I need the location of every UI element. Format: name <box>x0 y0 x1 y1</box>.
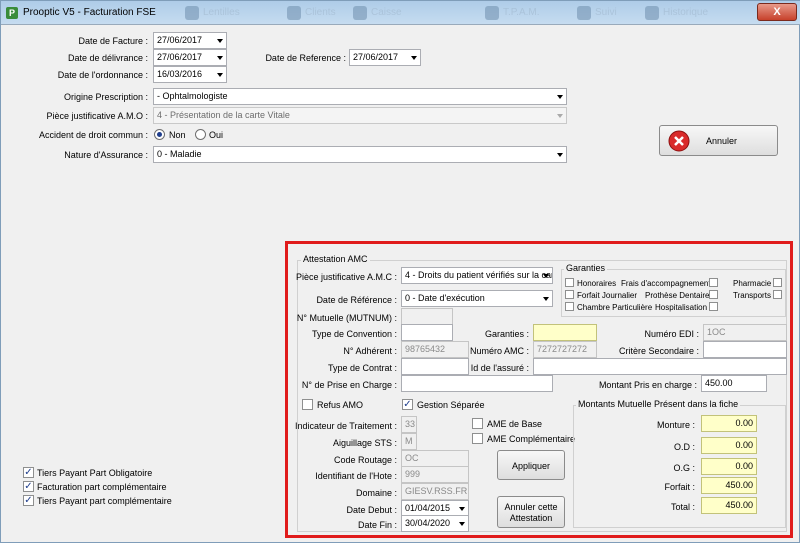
accident-oui-label: Oui <box>209 130 224 140</box>
highlight-box <box>285 241 793 538</box>
origine-prescription-value: - Ophtalmologiste <box>157 91 228 101</box>
origine-prescription-label: Origine Prescription : <box>63 92 148 102</box>
accident-non-label: Non <box>169 130 186 140</box>
chevron-down-icon <box>557 95 563 99</box>
chevron-down-icon <box>557 114 563 118</box>
tiers-obligatoire-checkbox[interactable] <box>23 467 34 478</box>
title-bar: P Prooptic V5 - Facturation FSE Lentille… <box>1 1 800 25</box>
chevron-down-icon <box>217 73 223 77</box>
tiers-obligatoire-label: Tiers Payant Part Obligatoire <box>37 468 153 478</box>
accident-label: Accident de droit commun : <box>38 130 148 140</box>
date-delivrance-picker[interactable]: 27/06/2017 <box>153 49 227 66</box>
date-ordonnance-label: Date de l'ordonnance : <box>57 70 148 80</box>
tiers-complementaire-label: Tiers Payant part complémentaire <box>37 496 172 506</box>
cancel-icon <box>668 130 690 152</box>
window-title: Prooptic V5 - Facturation FSE <box>23 7 156 18</box>
date-ordonnance-value: 16/03/2016 <box>157 69 203 79</box>
chevron-down-icon <box>217 56 223 60</box>
facturation-complementaire-checkbox[interactable] <box>23 481 34 492</box>
close-button[interactable]: X <box>757 3 797 21</box>
date-reference-label: Date de Reference : <box>265 53 346 63</box>
nature-assurance-select[interactable]: 0 - Maladie <box>153 146 567 163</box>
tiers-complementaire-checkbox[interactable] <box>23 495 34 506</box>
annuler-button-label: Annuler <box>706 136 738 146</box>
fse-window: P Prooptic V5 - Facturation FSE Lentille… <box>0 0 800 543</box>
accident-oui-radio[interactable] <box>195 129 206 140</box>
background-tab-suivi: Suivi <box>573 3 625 23</box>
chevron-down-icon <box>411 56 417 60</box>
background-tab-historique: Historique <box>641 3 716 23</box>
background-tab-clients: Clients <box>283 3 344 23</box>
piece-amo-value: 4 - Présentation de la carte Vitale <box>157 110 290 120</box>
date-facture-value: 27/06/2017 <box>157 35 203 45</box>
background-tab-tpam: T.P.A.M. <box>481 3 548 23</box>
date-ordonnance-picker[interactable]: 16/03/2016 <box>153 66 227 83</box>
piece-amo-label: Pièce justificative A.M.O : <box>46 111 148 121</box>
date-delivrance-label: Date de délivrance : <box>67 53 148 63</box>
background-tab-lentilles: Lentilles <box>181 3 248 23</box>
nature-assurance-value: 0 - Maladie <box>157 149 202 159</box>
annuler-button[interactable]: Annuler <box>659 125 778 156</box>
background-tab-caisse: Caisse <box>349 3 410 23</box>
origine-prescription-select[interactable]: - Ophtalmologiste <box>153 88 567 105</box>
accident-non-radio[interactable] <box>154 129 165 140</box>
chevron-down-icon <box>217 39 223 43</box>
app-logo-icon: P <box>6 7 18 19</box>
date-delivrance-value: 27/06/2017 <box>157 52 203 62</box>
date-facture-picker[interactable]: 27/06/2017 <box>153 32 227 49</box>
piece-amo-select: 4 - Présentation de la carte Vitale <box>153 107 567 124</box>
facturation-complementaire-label: Facturation part complémentaire <box>37 482 167 492</box>
nature-assurance-label: Nature d'Assurance : <box>64 150 148 160</box>
chevron-down-icon <box>557 153 563 157</box>
date-reference-value: 27/06/2017 <box>353 52 399 62</box>
date-facture-label: Date de Facture : <box>78 36 148 46</box>
date-reference-picker[interactable]: 27/06/2017 <box>349 49 421 66</box>
